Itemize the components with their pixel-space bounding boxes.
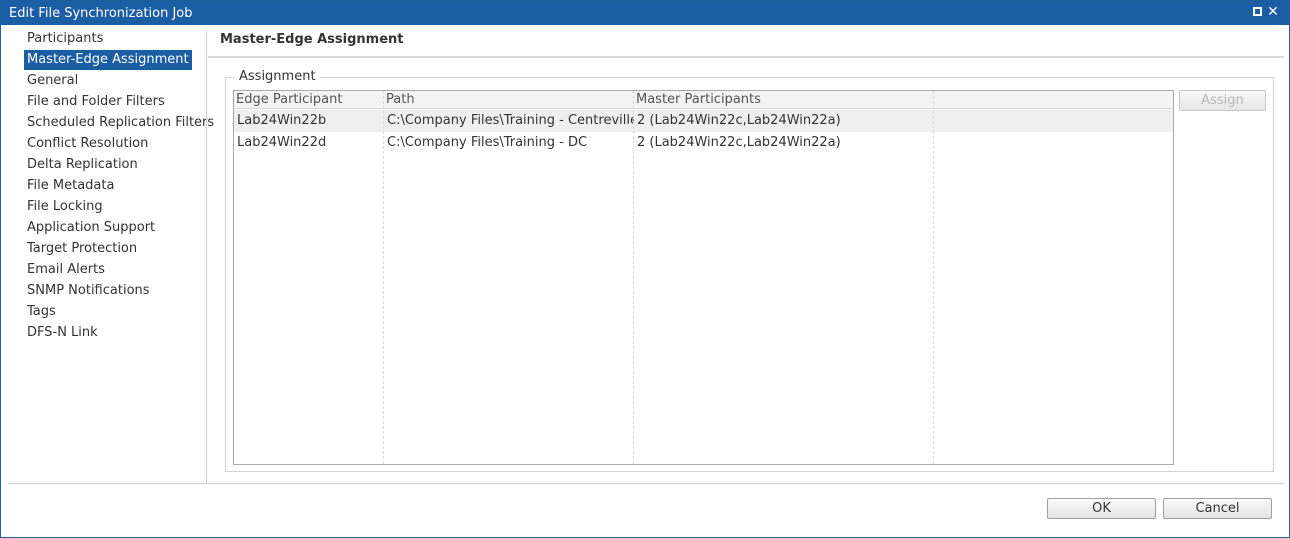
sidebar-item-target-protection[interactable]: Target Protection <box>24 239 140 259</box>
table-row[interactable]: Lab24Win22b C:\Company Files\Training - … <box>234 110 1173 132</box>
page-title: Master-Edge Assignment <box>220 32 404 47</box>
cell-path: C:\Company Files\Training - Centreville <box>387 113 634 128</box>
sidebar-item-application-support[interactable]: Application Support <box>24 218 158 238</box>
column-header-master-participants[interactable]: Master Participants <box>634 91 934 109</box>
column-header-edge-participant[interactable]: Edge Participant <box>234 91 383 109</box>
window-title: Edit File Synchronization Job <box>9 6 193 21</box>
assign-button[interactable]: Assign <box>1179 90 1266 111</box>
sidebar-item-email-alerts[interactable]: Email Alerts <box>24 260 108 280</box>
cell-master-participants: 2 (Lab24Win22c,Lab24Win22a) <box>637 113 841 128</box>
table-row[interactable]: Lab24Win22d C:\Company Files\Training - … <box>234 132 1173 154</box>
sidebar-divider <box>206 30 207 484</box>
title-bar[interactable]: Edit File Synchronization Job ✕ <box>1 1 1289 25</box>
footer-divider <box>8 483 1284 485</box>
sidebar-item-scheduled-replication-filters[interactable]: Scheduled Replication Filters <box>24 113 217 133</box>
sidebar-item-delta-replication[interactable]: Delta Replication <box>24 155 141 175</box>
assignment-group-label: Assignment <box>235 68 320 85</box>
column-header-blank[interactable] <box>934 91 1173 109</box>
sidebar-item-file-locking[interactable]: File Locking <box>24 197 106 217</box>
column-divider <box>633 91 634 464</box>
sidebar-nav: Participants Master-Edge Assignment Gene… <box>1 25 214 484</box>
cell-edge-participant: Lab24Win22b <box>237 113 327 128</box>
cell-path: C:\Company Files\Training - DC <box>387 135 588 150</box>
sidebar-item-participants[interactable]: Participants <box>24 29 106 49</box>
title-divider <box>208 56 1284 58</box>
ok-button[interactable]: OK <box>1047 498 1156 519</box>
cell-edge-participant: Lab24Win22d <box>237 135 327 150</box>
assignment-table: Edge Participant Path Master Participant… <box>233 90 1174 465</box>
close-icon[interactable]: ✕ <box>1265 4 1281 20</box>
sidebar-item-conflict-resolution[interactable]: Conflict Resolution <box>24 134 151 154</box>
cell-master-participants: 2 (Lab24Win22c,Lab24Win22a) <box>637 135 841 150</box>
maximize-icon[interactable] <box>1249 4 1265 20</box>
sidebar-item-general[interactable]: General <box>24 71 81 91</box>
sidebar-item-dfs-n-link[interactable]: DFS-N Link <box>24 323 101 343</box>
column-divider <box>933 91 934 464</box>
edit-file-sync-job-dialog: Edit File Synchronization Job ✕ Particip… <box>0 0 1290 538</box>
sidebar-item-tags[interactable]: Tags <box>24 302 59 322</box>
column-header-path[interactable]: Path <box>384 91 634 109</box>
sidebar-item-file-and-folder-filters[interactable]: File and Folder Filters <box>24 92 168 112</box>
sidebar-item-master-edge-assignment[interactable]: Master-Edge Assignment <box>24 50 192 70</box>
table-header: Edge Participant Path Master Participant… <box>234 91 1173 109</box>
column-divider <box>383 91 384 464</box>
sidebar-item-file-metadata[interactable]: File Metadata <box>24 176 117 196</box>
sidebar-item-snmp-notifications[interactable]: SNMP Notifications <box>24 281 153 301</box>
cancel-button[interactable]: Cancel <box>1163 498 1272 519</box>
